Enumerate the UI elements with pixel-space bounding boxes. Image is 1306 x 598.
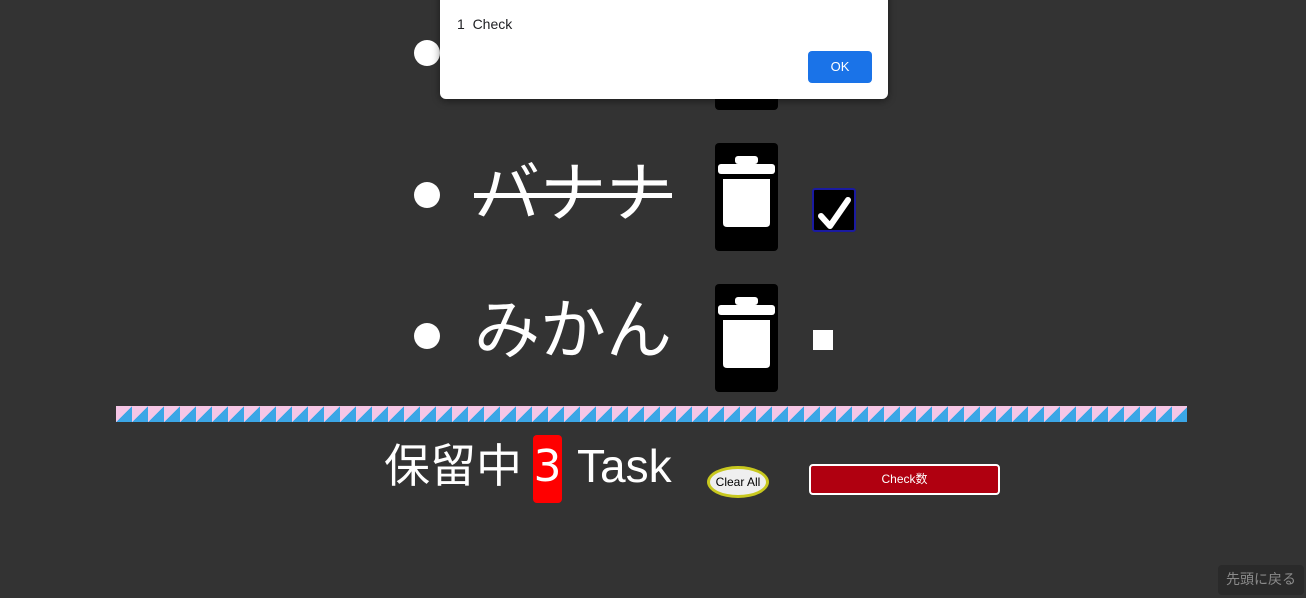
task-label: バナナ	[474, 155, 672, 232]
check-count-button[interactable]: Check数	[809, 464, 1000, 495]
list-bullet	[414, 323, 440, 349]
task-checkbox-checked[interactable]	[812, 188, 856, 232]
delete-task-button[interactable]	[715, 284, 778, 392]
dialog-message: 1 Check	[457, 16, 513, 32]
striped-divider	[116, 406, 1187, 422]
task-row: バナナ	[0, 141, 1306, 251]
back-to-top-button[interactable]: 先頭に戻る	[1218, 565, 1304, 595]
task-label: みかん	[474, 292, 672, 369]
pending-count-badge: 3	[533, 435, 562, 503]
list-bullet	[414, 182, 440, 208]
checkmark-icon	[818, 197, 851, 229]
task-row: みかん	[0, 282, 1306, 392]
pending-label: 保留中	[384, 439, 522, 493]
task-word-label: Task	[577, 440, 672, 492]
clear-all-button[interactable]: Clear All	[707, 466, 769, 498]
dialog-ok-button[interactable]: OK	[808, 51, 872, 83]
list-bullet	[414, 40, 440, 66]
trash-icon	[718, 297, 775, 368]
alert-dialog: 1 Check OK	[440, 0, 888, 99]
todo-page: バナナ みかん 保留中 3 Task Clear All Check数 先頭に戻…	[0, 0, 1306, 598]
delete-task-button[interactable]	[715, 143, 778, 251]
trash-icon	[718, 156, 775, 227]
task-checkbox-unchecked[interactable]	[813, 330, 833, 350]
